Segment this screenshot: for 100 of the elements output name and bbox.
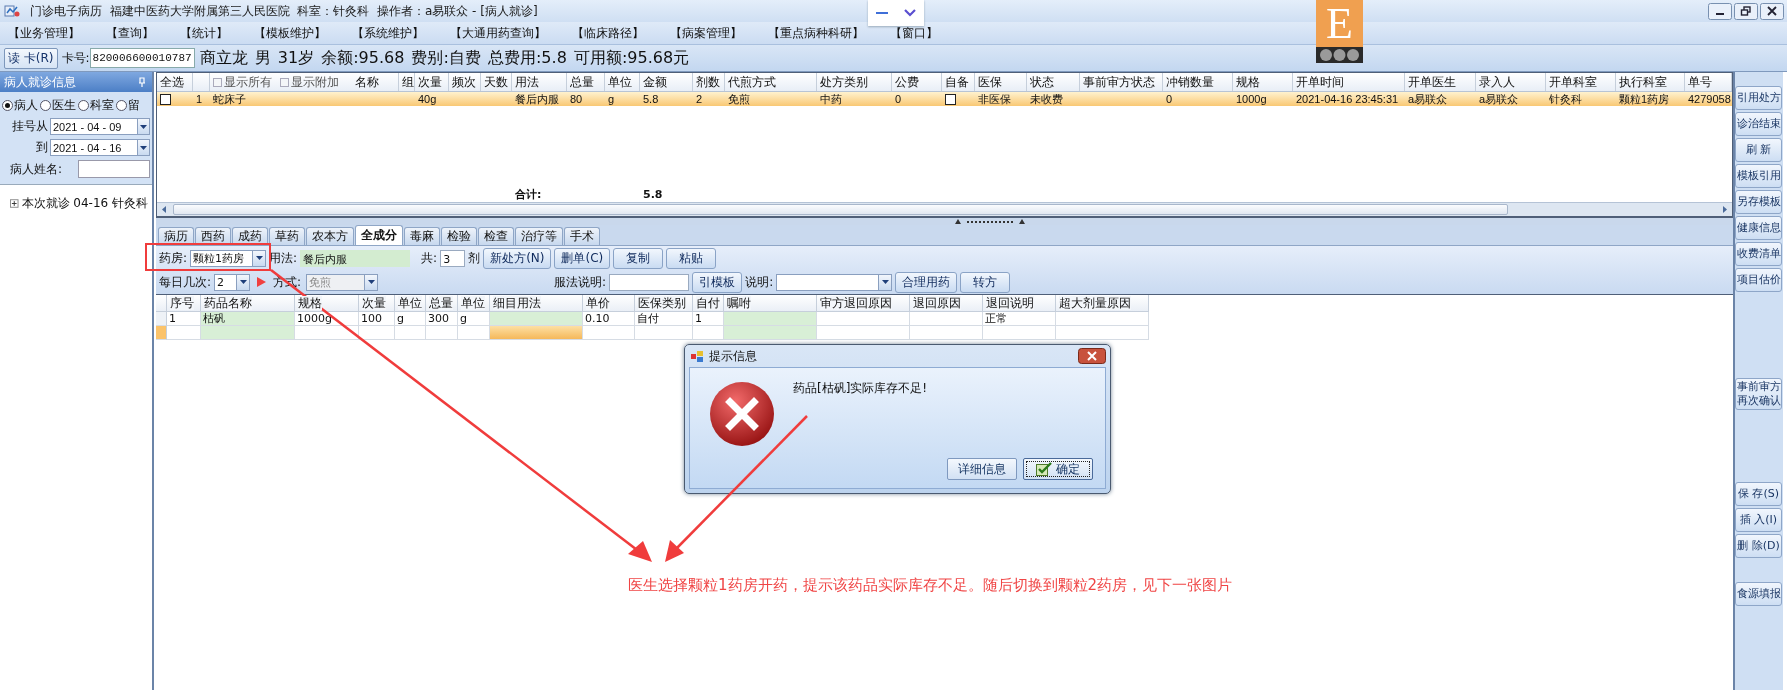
- splitter-grip-icon[interactable]: [954, 218, 1025, 224]
- times-dropdown[interactable]: 2: [214, 273, 251, 291]
- column-header: 全选: [157, 73, 193, 91]
- header-checkbox[interactable]: 显示附加: [280, 73, 339, 91]
- action-button[interactable]: 粘贴: [666, 247, 717, 269]
- sidebar-button[interactable]: 另存模板: [1735, 190, 1782, 214]
- note-dropdown[interactable]: [776, 273, 893, 291]
- table-cell: 0.10: [583, 312, 635, 326]
- column-header: 序号: [167, 295, 201, 312]
- menu-item[interactable]: 【模板维护】: [254, 24, 326, 42]
- table-cell: 枯矾: [201, 312, 295, 326]
- count-field[interactable]: 3: [440, 249, 466, 267]
- sidebar-button[interactable]: 健康信息: [1735, 216, 1782, 240]
- app-icon: [691, 350, 704, 362]
- tab[interactable]: 全成分: [355, 225, 403, 245]
- field-label: 服法说明:: [554, 273, 607, 291]
- header-checkbox[interactable]: 显示所有: [213, 73, 272, 91]
- action-button[interactable]: 删单(C): [554, 247, 611, 269]
- action-button[interactable]: 引模板: [692, 271, 743, 293]
- total-value: 5.8: [642, 188, 664, 202]
- sidebar-button[interactable]: 删 除(D): [1735, 534, 1782, 558]
- menu-item[interactable]: 【窗口】: [890, 24, 938, 42]
- usage-field[interactable]: 餐后内服: [300, 249, 411, 267]
- column-header: 开单科室: [1546, 73, 1616, 91]
- table-row[interactable]: 1 蛇床子 40g 餐后内服 80 g 5.8 2 免煎 中药 0 非医保 未收费 0 1000g 2021-04-16 23:45:31 a易联众 a易联众 针灸科 颗粒1药房 4279058: [157, 92, 1732, 106]
- sidebar-button[interactable]: 收费清单: [1735, 242, 1782, 266]
- sidebar-button[interactable]: 诊治结束: [1735, 112, 1782, 136]
- sidebar-button[interactable]: 插 入(I): [1735, 508, 1782, 532]
- action-button[interactable]: 新处方(N): [483, 247, 552, 269]
- close-icon[interactable]: [1078, 348, 1106, 364]
- tab[interactable]: 治疗等: [515, 227, 563, 245]
- table-cell-text: 免煎: [727, 92, 751, 106]
- column-header: 审方退回原因: [817, 295, 910, 312]
- sidebar-button[interactable]: 引用处方: [1735, 86, 1782, 110]
- restore-icon[interactable]: [1734, 2, 1758, 20]
- radio-option[interactable]: 留: [116, 96, 140, 114]
- table-cell: [359, 326, 395, 340]
- column-header: 次量: [415, 73, 449, 91]
- card-number-field[interactable]: 820006600010787: [89, 48, 195, 68]
- scrollbar-thumb[interactable]: [173, 204, 1508, 215]
- tab[interactable]: 农本方: [306, 227, 354, 245]
- row-checkbox[interactable]: [160, 93, 171, 105]
- action-button[interactable]: 合理用药: [895, 271, 958, 293]
- menu-item[interactable]: 【重点病种科研】: [768, 24, 864, 42]
- row-checkbox[interactable]: [945, 93, 956, 105]
- unit-label: 剂: [468, 249, 481, 267]
- table-cell-text: 40g: [417, 92, 438, 106]
- menu-item[interactable]: 【统计】: [180, 24, 228, 42]
- radio-option[interactable]: 病人: [2, 96, 38, 114]
- menu-item[interactable]: 【业务管理】: [8, 24, 80, 42]
- date-picker[interactable]: 2021 - 04 - 16: [50, 139, 150, 156]
- logo-letter: E: [1316, 0, 1363, 47]
- expand-icon[interactable]: [10, 199, 19, 208]
- tab[interactable]: 检验: [441, 227, 477, 245]
- tree-item[interactable]: 本次就诊 04-16 针灸科: [21, 195, 148, 212]
- action-button[interactable]: 转方: [960, 271, 1011, 293]
- name-field[interactable]: [78, 160, 150, 178]
- minimize-icon[interactable]: [1708, 2, 1732, 20]
- menu-item[interactable]: 【病案管理】: [670, 24, 742, 42]
- sidebar-button[interactable]: 项目估价: [1735, 268, 1782, 292]
- pharmacy-dropdown[interactable]: 颗粒1药房: [190, 249, 267, 267]
- read-card-button[interactable]: 读 卡(R): [4, 47, 58, 69]
- pin-icon[interactable]: [138, 77, 146, 87]
- date-picker[interactable]: 2021 - 04 - 09: [50, 118, 150, 135]
- menu-item[interactable]: 【查询】: [106, 24, 154, 42]
- table-cell: [583, 326, 635, 340]
- table-cell-text: 颗粒1药房: [1618, 92, 1671, 106]
- dialog-button[interactable]: 详细信息: [947, 458, 1017, 480]
- column-header: 金额: [640, 73, 693, 91]
- dialog-button[interactable]: 确定: [1023, 458, 1093, 480]
- check-icon: [1036, 462, 1052, 476]
- table-cell-text: 5.8: [642, 92, 660, 106]
- tab[interactable]: 手术: [564, 227, 600, 245]
- menu-item[interactable]: 【大通用药查询】: [450, 24, 546, 42]
- radio-option[interactable]: 医生: [40, 96, 76, 114]
- column-header: 组: [399, 73, 415, 91]
- instructions-field[interactable]: [609, 273, 690, 291]
- column-header: 单号: [1685, 73, 1732, 91]
- card-label: 卡号:: [61, 49, 90, 67]
- table-cell-text: 0: [894, 92, 903, 106]
- menu-item[interactable]: 【系统维护】: [352, 24, 424, 42]
- column-header: 冲销数量: [1163, 73, 1233, 91]
- sidebar-button[interactable]: 模板引用: [1735, 164, 1782, 188]
- column-header: 医保类别: [635, 295, 693, 312]
- sidebar-button[interactable]: 刷 新: [1735, 138, 1782, 162]
- tab[interactable]: 检查: [478, 227, 514, 245]
- column-header: 执行科室: [1616, 73, 1685, 91]
- table-cell: [295, 326, 359, 340]
- tab[interactable]: 毒麻: [404, 227, 440, 245]
- radio-option[interactable]: 科室: [78, 96, 114, 114]
- column-header: 状态: [1027, 73, 1080, 91]
- close-icon[interactable]: [1760, 2, 1784, 20]
- menu-item[interactable]: 【临床路径】: [572, 24, 644, 42]
- tab[interactable]: 草药: [269, 227, 305, 245]
- sidebar-button[interactable]: 事前审方再次确认: [1735, 378, 1782, 410]
- sidebar-button[interactable]: 食源填报: [1735, 582, 1782, 606]
- sidebar-button[interactable]: 保 存(S): [1735, 482, 1782, 506]
- table-cell-text: 中药: [819, 92, 843, 106]
- panel-title: 病人就诊信息: [4, 73, 76, 91]
- action-button[interactable]: 复制: [613, 247, 664, 269]
